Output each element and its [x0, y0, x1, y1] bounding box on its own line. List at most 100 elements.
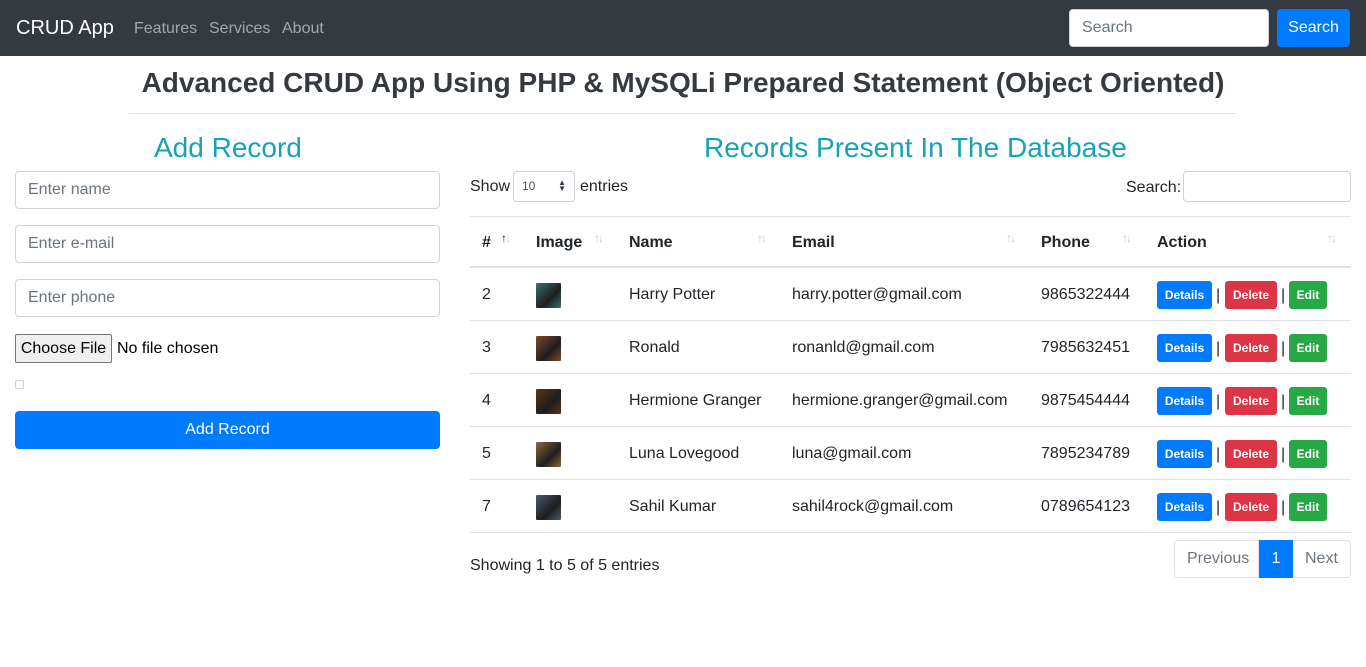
cell-email: luna@gmail.com: [792, 445, 912, 462]
record-thumbnail: [536, 283, 561, 308]
navbar-search-button[interactable]: Search: [1277, 9, 1350, 47]
edit-button[interactable]: Edit: [1289, 334, 1327, 362]
cell-email: ronanld@gmail.com: [792, 339, 935, 356]
col-header-email[interactable]: Email: [792, 233, 835, 253]
details-button[interactable]: Details: [1157, 387, 1212, 415]
col-header-name[interactable]: Name: [629, 233, 673, 253]
nav-link-about[interactable]: About: [282, 19, 324, 39]
edit-button[interactable]: Edit: [1289, 281, 1327, 309]
records-table: # ↑↓ Image ↑↓ Name ↑↓ Email ↑↓ Phone ↑↓ …: [470, 216, 1351, 533]
cell-phone: 9875454444: [1041, 392, 1130, 409]
cell-phone: 7895234789: [1041, 445, 1130, 462]
cell-name: Sahil Kumar: [629, 498, 717, 515]
delete-button[interactable]: Delete: [1225, 440, 1277, 468]
name-input[interactable]: [15, 171, 440, 209]
choose-file-button[interactable]: Choose File: [15, 334, 112, 363]
cell-name: Ronald: [629, 339, 680, 356]
action-separator: |: [1216, 499, 1221, 516]
pagination-previous[interactable]: Previous: [1174, 540, 1259, 578]
details-button[interactable]: Details: [1157, 334, 1212, 362]
col-header-phone[interactable]: Phone: [1041, 233, 1090, 253]
table-info: Showing 1 to 5 of 5 entries: [470, 557, 660, 574]
sort-icon: ↑↓: [1327, 231, 1337, 245]
table-row: 5 Luna Lovegood luna@gmail.com 789523478…: [470, 427, 1351, 480]
table-body: 2 Harry Potter harry.potter@gmail.com 98…: [470, 268, 1351, 533]
action-separator: |: [1216, 287, 1221, 304]
email-input[interactable]: [15, 225, 440, 263]
action-separator: |: [1216, 393, 1221, 410]
add-record-button[interactable]: Add Record: [15, 411, 440, 449]
cell-name: Luna Lovegood: [629, 445, 740, 462]
page-length-select[interactable]: 10 ▲ ▼: [513, 171, 575, 202]
delete-button[interactable]: Delete: [1225, 493, 1277, 521]
records-heading: Records Present In The Database: [704, 132, 1127, 163]
delete-button[interactable]: Delete: [1225, 281, 1277, 309]
delete-button[interactable]: Delete: [1225, 334, 1277, 362]
action-separator: |: [1216, 446, 1221, 463]
nav-link-features[interactable]: Features: [134, 19, 197, 39]
entries-label: entries: [580, 178, 629, 195]
col-header-image[interactable]: Image: [536, 233, 582, 253]
record-thumbnail: [536, 495, 561, 520]
col-header-action[interactable]: Action: [1157, 233, 1207, 253]
action-separator: |: [1281, 446, 1286, 463]
hidden-checkbox[interactable]: [15, 380, 24, 389]
edit-button[interactable]: Edit: [1289, 387, 1327, 415]
edit-button[interactable]: Edit: [1289, 493, 1327, 521]
cell-name: Hermione Granger: [629, 392, 762, 409]
table-search-label: Search:: [1126, 179, 1182, 196]
pagination-next[interactable]: Next: [1293, 540, 1351, 578]
select-arrows-icon: ▲ ▼: [558, 178, 566, 193]
table-row: 3 Ronald ronanld@gmail.com 7985632451 De…: [470, 321, 1351, 374]
show-label: Show: [470, 178, 511, 195]
action-separator: |: [1216, 340, 1221, 357]
details-button[interactable]: Details: [1157, 440, 1212, 468]
cell-name: Harry Potter: [629, 286, 716, 303]
action-separator: |: [1281, 340, 1286, 357]
cell-phone: 9865322444: [1041, 286, 1130, 303]
navbar-search-input[interactable]: [1069, 9, 1269, 47]
file-status-text: No file chosen: [117, 340, 219, 357]
navbar: CRUD App Features Services About Search: [0, 0, 1366, 56]
cell-phone: 7985632451: [1041, 339, 1130, 356]
col-header-id[interactable]: #: [482, 233, 491, 253]
brand-link[interactable]: CRUD App: [16, 15, 114, 41]
details-button[interactable]: Details: [1157, 493, 1212, 521]
table-search-input[interactable]: [1183, 171, 1351, 202]
record-thumbnail: [536, 442, 561, 467]
details-button[interactable]: Details: [1157, 281, 1212, 309]
cell-id: 3: [482, 339, 491, 356]
action-separator: |: [1281, 287, 1286, 304]
cell-id: 4: [482, 392, 491, 409]
cell-email: harry.potter@gmail.com: [792, 286, 962, 303]
action-separator: |: [1281, 393, 1286, 410]
table-row: 4 Hermione Granger hermione.granger@gmai…: [470, 374, 1351, 427]
sort-icon: ↑↓: [1122, 231, 1132, 245]
pagination: Previous 1 Next: [1174, 540, 1351, 578]
table-row: 2 Harry Potter harry.potter@gmail.com 98…: [470, 268, 1351, 321]
record-thumbnail: [536, 336, 561, 361]
delete-button[interactable]: Delete: [1225, 387, 1277, 415]
edit-button[interactable]: Edit: [1289, 440, 1327, 468]
table-row: 7 Sahil Kumar sahil4rock@gmail.com 07896…: [470, 480, 1351, 533]
sort-icon: ↑↓: [1006, 231, 1016, 245]
page-title: Advanced CRUD App Using PHP & MySQLi Pre…: [141, 67, 1225, 98]
nav-link-services[interactable]: Services: [209, 19, 270, 39]
sort-icon: ↑↓: [594, 231, 604, 245]
record-thumbnail: [536, 389, 561, 414]
table-header-row: # ↑↓ Image ↑↓ Name ↑↓ Email ↑↓ Phone ↑↓ …: [470, 217, 1351, 268]
add-record-heading: Add Record: [154, 132, 302, 163]
pagination-page-1[interactable]: 1: [1259, 540, 1293, 578]
sort-icon: ↑↓: [757, 231, 767, 245]
cell-email: sahil4rock@gmail.com: [792, 498, 954, 515]
cell-email: hermione.granger@gmail.com: [792, 392, 1008, 409]
title-divider: [129, 113, 1237, 114]
cell-id: 7: [482, 498, 491, 515]
action-separator: |: [1281, 499, 1286, 516]
page-length-value: 10: [522, 179, 536, 193]
cell-id: 5: [482, 445, 491, 462]
cell-id: 2: [482, 286, 491, 303]
sort-asc-icon: ↑↓: [501, 231, 511, 245]
cell-phone: 0789654123: [1041, 498, 1130, 515]
phone-input[interactable]: [15, 279, 440, 317]
